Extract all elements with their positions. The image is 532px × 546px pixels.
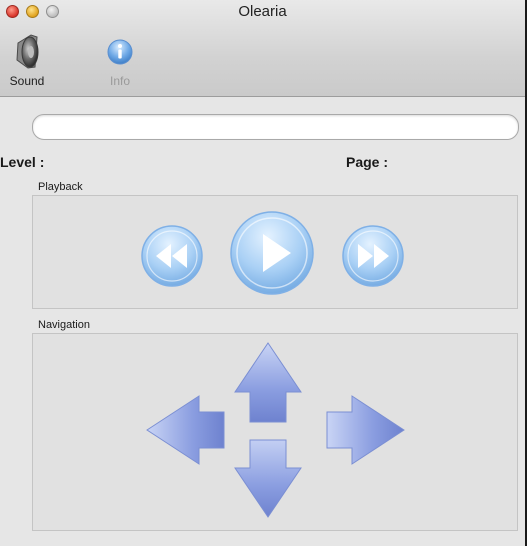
playback-panel xyxy=(32,195,518,309)
toolbar-sound-label: Sound xyxy=(9,74,45,88)
left-button[interactable] xyxy=(146,395,225,465)
arrow-pad xyxy=(146,342,405,518)
play-button[interactable] xyxy=(229,210,315,296)
rewind-button[interactable] xyxy=(140,224,204,288)
level-label: Level : xyxy=(0,154,45,170)
speaker-icon xyxy=(16,34,39,69)
toolbar-info-label: Info xyxy=(109,74,130,88)
play-icon xyxy=(230,211,314,295)
down-button[interactable] xyxy=(234,439,302,518)
fast-forward-icon xyxy=(342,225,404,287)
page-label: Page : xyxy=(346,154,389,170)
arrow-left-icon xyxy=(146,395,225,465)
app-window: Olearia Sound Info Level: Page: Playba… xyxy=(0,0,527,546)
toolbar-info-button[interactable]: Info xyxy=(90,30,150,88)
title-bar[interactable]: Olearia Sound Info xyxy=(0,0,525,97)
up-button[interactable] xyxy=(234,342,302,423)
arrow-right-icon xyxy=(326,395,405,465)
arrow-down-icon xyxy=(234,439,302,518)
right-button[interactable] xyxy=(326,395,405,465)
fast-forward-button[interactable] xyxy=(341,224,405,288)
arrow-up-icon xyxy=(234,342,302,423)
navigation-title: Navigation xyxy=(38,319,90,331)
navigation-panel xyxy=(32,333,518,531)
progress-bar xyxy=(32,114,519,140)
window-title: Olearia xyxy=(238,3,287,20)
toolbar-sound-button[interactable]: Sound xyxy=(0,30,57,88)
playback-title: Playback xyxy=(38,181,83,193)
info-icon xyxy=(107,39,133,65)
rewind-icon xyxy=(141,225,203,287)
